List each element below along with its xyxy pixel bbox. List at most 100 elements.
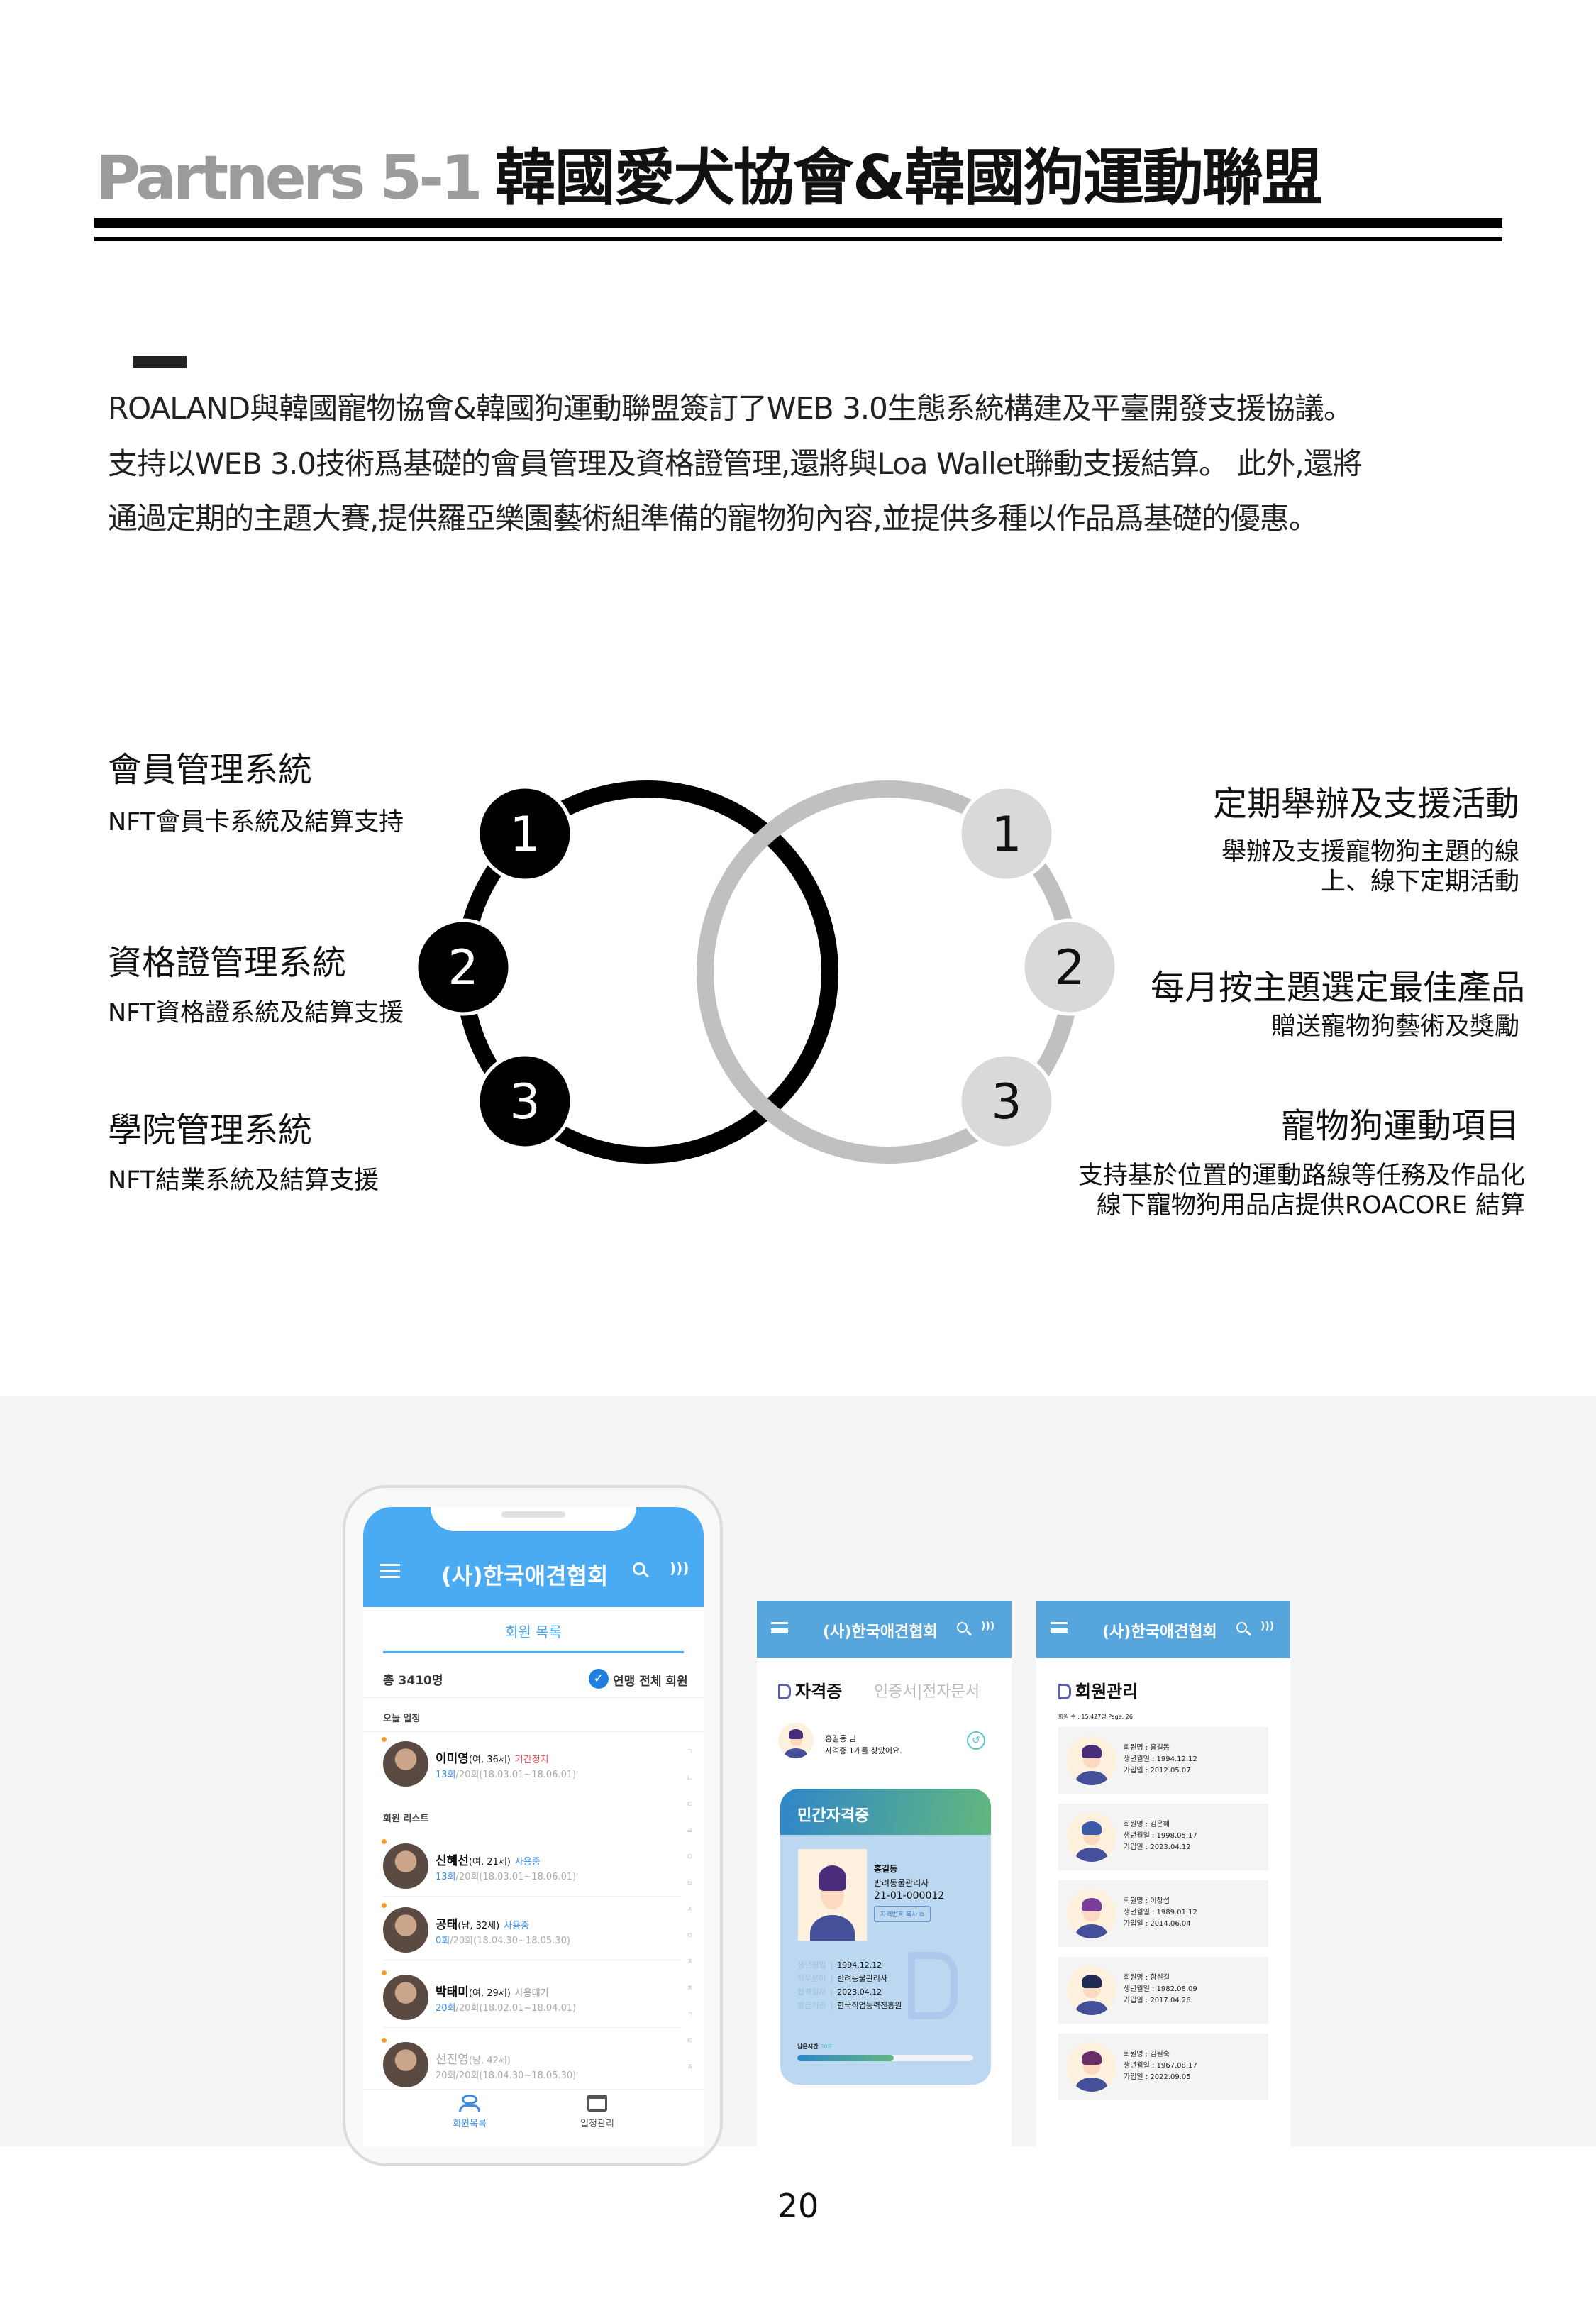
nav-schedule[interactable]: 일정관리 <box>569 2095 626 2129</box>
menu-icon[interactable] <box>771 1622 788 1633</box>
left-node-number: 1 <box>509 807 540 863</box>
app-header: (사)한국애견협회 ))) <box>363 1507 704 1607</box>
tab-member-list[interactable]: 회원 목록 <box>363 1621 704 1641</box>
member-joined: 가입일 : 2012.05.07 <box>1124 1767 1191 1775</box>
right-item-desc: 舉辦及支援寵物狗主題的線 上、線下定期活動 <box>1221 837 1519 897</box>
filter-all-members[interactable]: 연맹 전체 회원 <box>613 1671 688 1689</box>
member-list-screen: (사)한국애견협회 ))) 회원 목록 총 3410명 ✓ 연맹 전체 회원 오… <box>363 1507 704 2146</box>
favorite-dot <box>382 1737 387 1742</box>
member-status: 사용중 <box>504 1921 530 1931</box>
app-header: (사)한국애견협회 ))) <box>1036 1601 1290 1658</box>
right-item-title: 定期舉辦及支援活動 <box>1212 784 1519 824</box>
member-name: 회원명 : 이창섭 <box>1124 1897 1170 1905</box>
member-period: 13회/20회(18.03.01~18.06.01) <box>436 1767 576 1780</box>
member-row[interactable]: 이미영(여, 36세) 기간정지 13회/20회(18.03.01~18.06.01… <box>363 1731 682 1795</box>
member-avatar <box>1067 1965 1116 2015</box>
period: /20회(18.02.01~18.04.01) <box>455 2003 577 2014</box>
index-letter[interactable]: ㄷ <box>687 1798 693 1809</box>
member-card[interactable]: 회원명 : 함원길 생년월일 : 1982.08.09 가입일 : 2017.04.… <box>1058 1957 1268 2024</box>
member-card[interactable]: 회원명 : 김은혜 생년월일 : 1998.05.17 가입일 : 2023.04.… <box>1058 1804 1268 1870</box>
section-member-list: 회원 리스트 <box>383 1814 429 1824</box>
index-letter[interactable]: ㅂ <box>687 1877 693 1887</box>
desc-line: 贈送寵物狗藝術及獎勵 <box>1270 1013 1519 1041</box>
member-info: 회원명 : 함원길 생년월일 : 1982.08.09 가입일 : 2017.04.… <box>1124 1973 1197 2007</box>
detail-row: 생년월일 | 1994.12.12 <box>797 1959 882 1970</box>
member-card[interactable]: 회원명 : 김원숙 생년월일 : 1967.08.17 가입일 : 2022.09.… <box>1058 2034 1268 2100</box>
avatar-body <box>1075 2001 1108 2015</box>
member-info: 회원명 : 김원숙 생년월일 : 1967.08.17 가입일 : 2022.09.… <box>1124 2049 1197 2083</box>
index-letter[interactable]: ㄹ <box>687 1824 693 1835</box>
member-avatar <box>1067 1736 1116 1785</box>
nfc-icon[interactable]: ))) <box>670 1560 689 1577</box>
tab-underline <box>383 1651 684 1653</box>
search-icon[interactable] <box>633 1562 645 1575</box>
total-count: 총 3410명 <box>383 1674 443 1688</box>
timer-progress <box>797 2055 894 2061</box>
watermark-logo <box>908 1952 958 2019</box>
menu-icon[interactable] <box>1051 1622 1068 1633</box>
holder-photo <box>798 1849 867 1941</box>
right-item-title: 寵物狗運動項目 <box>1280 1106 1519 1146</box>
member-info: 회원명 : 홍길동 생년월일 : 1994.12.12 가입일 : 2012.05.… <box>1124 1743 1197 1777</box>
member-row[interactable]: 선진영(남, 42세) 20회/20회(18.04.30~18.05.30) <box>363 2032 682 2096</box>
certificate-screen: (사)한국애견협회 ))) 자격증 인증서|전자문서 홍길동 님 자격증 1개를… <box>757 1601 1012 2146</box>
left-item-desc: NFT會員卡系統及結算支持 <box>108 808 404 837</box>
left-item-title: 會員管理系統 <box>108 750 313 790</box>
member-joined: 가입일 : 2022.09.05 <box>1124 2073 1191 2081</box>
member-period: 20회/20회(18.02.01~18.04.01) <box>436 2000 576 2014</box>
detail-row: 직무분야 | 반려동물관리사 <box>797 1973 887 1984</box>
desc-line: 支持基於位置的運動路線等任務及作品化 <box>1077 1162 1525 1190</box>
member-card[interactable]: 회원명 : 이창섭 생년월일 : 1989.01.12 가입일 : 2014.06.… <box>1058 1880 1268 1947</box>
tab-documents[interactable]: 인증서|전자문서 <box>874 1679 980 1701</box>
member-meta: (여, 21세) <box>468 1857 511 1868</box>
search-icon[interactable] <box>957 1622 968 1633</box>
index-letter[interactable]: ㅇ <box>687 1929 693 1940</box>
index-letter[interactable]: ㄱ <box>687 1745 693 1756</box>
member-period: 0회/20회(18.04.30~18.05.30) <box>436 1933 570 1946</box>
copy-number-button[interactable]: 자격번호 복사 ⧉ <box>874 1906 931 1922</box>
name: 공태 <box>436 1918 458 1932</box>
member-birth: 생년월일 : 1994.12.12 <box>1124 1755 1197 1763</box>
index-letter[interactable]: ㄴ <box>687 1772 693 1782</box>
detail-row: 발급기관 | 한국직업능력진흥원 <box>797 1999 902 2011</box>
right-node-number: 2 <box>1054 940 1085 996</box>
search-icon[interactable] <box>1236 1622 1247 1633</box>
nav-member-list[interactable]: 회원목록 <box>441 2095 498 2129</box>
detail-sep: | <box>830 2001 833 2010</box>
member-name: 박태미(여, 29세) 사용대기 <box>436 1982 549 1999</box>
index-letter[interactable]: ㅊ <box>687 1982 693 1992</box>
member-card[interactable]: 회원명 : 홍길동 생년월일 : 1994.12.12 가입일 : 2012.05.… <box>1058 1727 1268 1794</box>
card-title: 민간자격증 <box>797 1807 870 1825</box>
tab-certificate[interactable]: 자격증 <box>778 1677 842 1702</box>
timer: 남은시간 30초 <box>797 2043 833 2050</box>
member-status: 기간정지 <box>514 1755 549 1765</box>
index-letter[interactable]: ㅌ <box>687 2034 693 2045</box>
detail-value: 1994.12.12 <box>837 1960 882 1970</box>
app-title: (사)한국애견협회 <box>823 1623 938 1641</box>
member-management-screen: (사)한국애견협회 ))) 회원관리 회원 수 : 15,427명 Page. … <box>1036 1601 1290 2146</box>
member-name: 회원명 : 함원길 <box>1124 1974 1170 1982</box>
index-letter[interactable]: ㅁ <box>687 1850 693 1861</box>
member-birth: 생년월일 : 1998.05.17 <box>1124 1832 1197 1840</box>
member-row[interactable]: 신혜선(여, 21세) 사용중 13회/20회(18.03.01~18.06.01) <box>363 1833 682 1897</box>
member-avatar <box>1067 1812 1116 1862</box>
member-name: 공태(남, 32세) 사용중 <box>436 1914 529 1932</box>
menu-icon[interactable] <box>380 1564 400 1578</box>
index-letter[interactable]: ㅅ <box>687 1903 693 1914</box>
usage-count: 0회 <box>436 1936 450 1946</box>
index-letter[interactable]: ㅎ <box>687 2060 693 2071</box>
holder-job: 반려동물관리사 <box>874 1878 929 1888</box>
period: /20회(18.03.01~18.06.01) <box>455 1770 577 1780</box>
right-item-title: 每月按主題選定最佳產品 <box>1150 968 1525 1008</box>
member-row[interactable]: 박태미(여, 29세) 사용대기 20회/20회(18.02.01~18.04.01… <box>363 1965 682 2029</box>
name: 이미영 <box>436 1752 469 1766</box>
nfc-icon[interactable]: ))) <box>981 1621 994 1632</box>
index-letter[interactable]: ㅈ <box>687 1955 693 1966</box>
refresh-icon[interactable]: ↺ <box>967 1731 985 1750</box>
index-letter[interactable]: ㅋ <box>687 2008 693 2019</box>
member-name: 신혜선(여, 21세) 사용중 <box>436 1850 541 1868</box>
left-item-desc: NFT結業系統及結算支援 <box>108 1166 379 1195</box>
nfc-icon[interactable]: ))) <box>1260 1621 1274 1632</box>
member-row[interactable]: 공태(남, 32세) 사용중 0회/20회(18.04.30~18.05.30) <box>363 1897 682 1961</box>
check-icon[interactable]: ✓ <box>589 1669 609 1689</box>
